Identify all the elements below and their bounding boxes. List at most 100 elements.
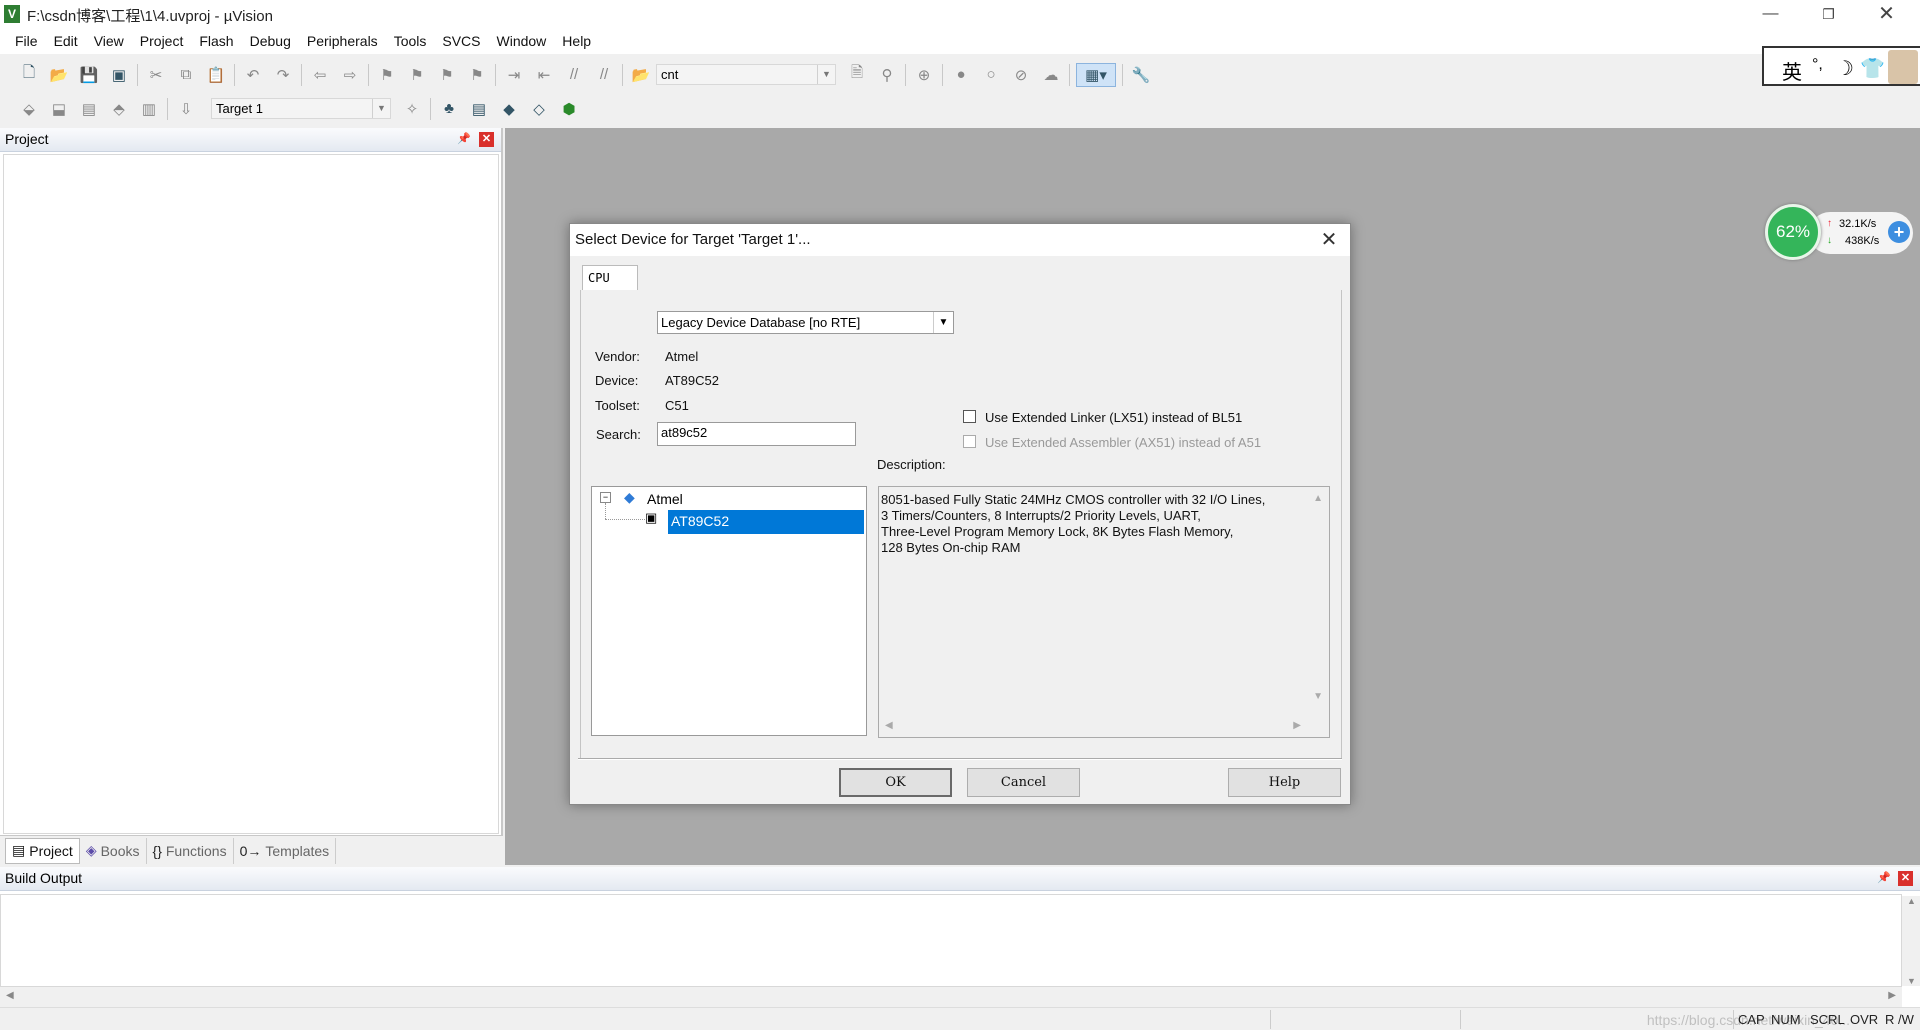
scroll-down-icon[interactable]: ▼ [1907,976,1916,986]
tab-project[interactable]: ▤ Project [5,837,80,864]
extended-linker-label[interactable]: Use Extended Linker (LX51) instead of BL… [985,410,1242,425]
memory-usage-indicator[interactable]: 62% [1765,204,1821,260]
collapse-icon[interactable]: − [600,492,611,503]
menu-file[interactable]: File [7,33,46,49]
tree-vendor-node[interactable]: Atmel [647,491,683,507]
tab-books[interactable]: ◈ Books [80,837,147,864]
project-tree[interactable] [3,154,499,834]
close-icon[interactable]: ✕ [1316,227,1342,253]
menu-view[interactable]: View [86,33,132,49]
close-pane-icon[interactable]: ✕ [479,132,494,147]
scroll-up-icon[interactable]: ▲ [1313,493,1323,504]
incremental-find-icon[interactable]: ⚲ [875,63,899,87]
pin-icon[interactable]: 📌 [457,132,471,146]
options-for-target-icon[interactable]: ✧ [400,97,424,121]
menu-edit[interactable]: Edit [46,33,86,49]
manage-multi-project-icon[interactable]: ▤ [467,97,491,121]
save-icon[interactable]: 💾 [77,63,101,87]
build-icon[interactable]: ⬓ [47,97,71,121]
kill-all-breakpoints-icon[interactable]: ☁ [1039,63,1063,87]
search-input[interactable]: at89c52 [657,422,856,446]
scroll-down-icon[interactable]: ▼ [1313,691,1323,702]
download-load-icon[interactable]: ⇩ [174,97,198,121]
vertical-scrollbar[interactable]: ▲ ▼ [1902,896,1920,986]
navigate-back-icon[interactable]: ⇦ [308,63,332,87]
prev-bookmark-icon[interactable]: ⚑ [405,63,429,87]
tree-device-node-selected[interactable]: AT89C52 [668,510,864,534]
menu-tools[interactable]: Tools [386,33,435,49]
build-output-text[interactable] [0,894,1902,987]
save-all-icon[interactable]: ▣ [107,63,131,87]
horizontal-scrollbar[interactable]: ◀ ▶ [0,987,1902,1007]
chevron-down-icon[interactable]: ▼ [933,312,953,333]
disable-breakpoint-icon[interactable]: ○ [979,63,1003,87]
network-speed-widget[interactable]: ↑ 32.1K/s ↓ 438K/s + 62% [1765,204,1915,260]
description-box[interactable]: 8051-based Fully Static 24MHz CMOS contr… [878,486,1330,738]
manage-rte-icon[interactable]: ◇ [527,97,551,121]
chevron-down-icon[interactable]: ▼ [372,99,390,118]
avatar[interactable] [1888,50,1918,84]
menu-peripherals[interactable]: Peripherals [299,33,386,49]
scroll-left-icon[interactable]: ◀ [6,990,14,1001]
menu-help[interactable]: Help [554,33,599,49]
moon-icon[interactable]: ☽ [1836,56,1854,81]
scroll-right-icon[interactable]: ▶ [1888,990,1896,1001]
menu-debug[interactable]: Debug [242,33,299,49]
extended-linker-checkbox[interactable] [963,410,976,423]
batch-build-icon[interactable]: ⬘ [107,97,131,121]
window-layout-icon[interactable]: ▦▾ [1076,62,1116,87]
device-tree[interactable]: − ◆ Atmel ▣ AT89C52 [591,486,867,736]
tab-templates[interactable]: 0→ Templates [234,837,337,864]
cancel-button[interactable]: Cancel [967,768,1080,797]
menu-flash[interactable]: Flash [191,33,241,49]
close-window-button[interactable]: ✕ [1858,0,1915,28]
rebuild-icon[interactable]: ▤ [77,97,101,121]
next-bookmark-icon[interactable]: ⚑ [435,63,459,87]
menu-project[interactable]: Project [132,33,192,49]
scroll-right-icon[interactable]: ▶ [1293,720,1301,731]
menu-window[interactable]: Window [489,33,555,49]
minimize-button[interactable]: — [1742,0,1799,28]
open-folder-icon[interactable]: 📂 [47,63,71,87]
bookmark-icon[interactable]: ⚑ [375,63,399,87]
restore-button[interactable]: ❐ [1800,0,1857,28]
translate-icon[interactable]: ⬙ [17,97,41,121]
tab-functions[interactable]: {} Functions [147,837,234,864]
add-icon[interactable]: + [1888,221,1910,243]
manage-project-items-icon[interactable]: ♣ [437,97,461,121]
copy-icon[interactable]: ⧉ [174,63,198,87]
ime-language-indicator[interactable]: 英 [1782,56,1802,85]
configure-icon[interactable]: 🔧 [1129,63,1153,87]
chevron-down-icon[interactable]: ▼ [817,65,835,84]
find-in-files-icon[interactable]: 📂 [629,63,653,87]
clear-bookmarks-icon[interactable]: ⚑ [465,63,489,87]
breakpoint-icon[interactable]: ● [949,63,973,87]
indent-icon[interactable]: ⇥ [502,63,526,87]
navigate-forward-icon[interactable]: ⇨ [338,63,362,87]
pack-installer-icon[interactable]: ⬢ [557,97,581,121]
uncomment-icon[interactable]: // [592,63,616,87]
target-combo[interactable]: Target 1 ▼ [211,98,391,119]
paste-icon[interactable]: 📋 [204,63,228,87]
debug-session-icon[interactable]: ⊕ [912,63,936,87]
tab-cpu[interactable]: CPU [582,265,638,290]
help-button[interactable]: Help [1228,768,1341,797]
select-packs-icon[interactable]: ◆ [497,97,521,121]
ime-toolbar[interactable]: 英 °, ☽ 👕 [1762,46,1920,86]
close-pane-icon[interactable]: ✕ [1898,871,1913,886]
shirt-icon[interactable]: 👕 [1860,56,1885,81]
menu-svcs[interactable]: SVCS [434,33,488,49]
stop-build-icon[interactable]: ▥ [137,97,161,121]
find-combo[interactable]: cnt ▼ [656,64,836,85]
scroll-left-icon[interactable]: ◀ [885,720,893,731]
comment-icon[interactable]: // [562,63,586,87]
ok-button[interactable]: OK [839,768,952,797]
pin-icon[interactable]: 📌 [1877,871,1891,885]
scroll-up-icon[interactable]: ▲ [1907,896,1916,906]
disable-all-breakpoints-icon[interactable]: ⊘ [1009,63,1033,87]
unindent-icon[interactable]: ⇤ [532,63,556,87]
undo-icon[interactable]: ↶ [241,63,265,87]
new-file-icon[interactable]: 🗋 [17,63,41,87]
redo-icon[interactable]: ↷ [271,63,295,87]
ime-punctuation-indicator[interactable]: °, [1812,56,1823,74]
